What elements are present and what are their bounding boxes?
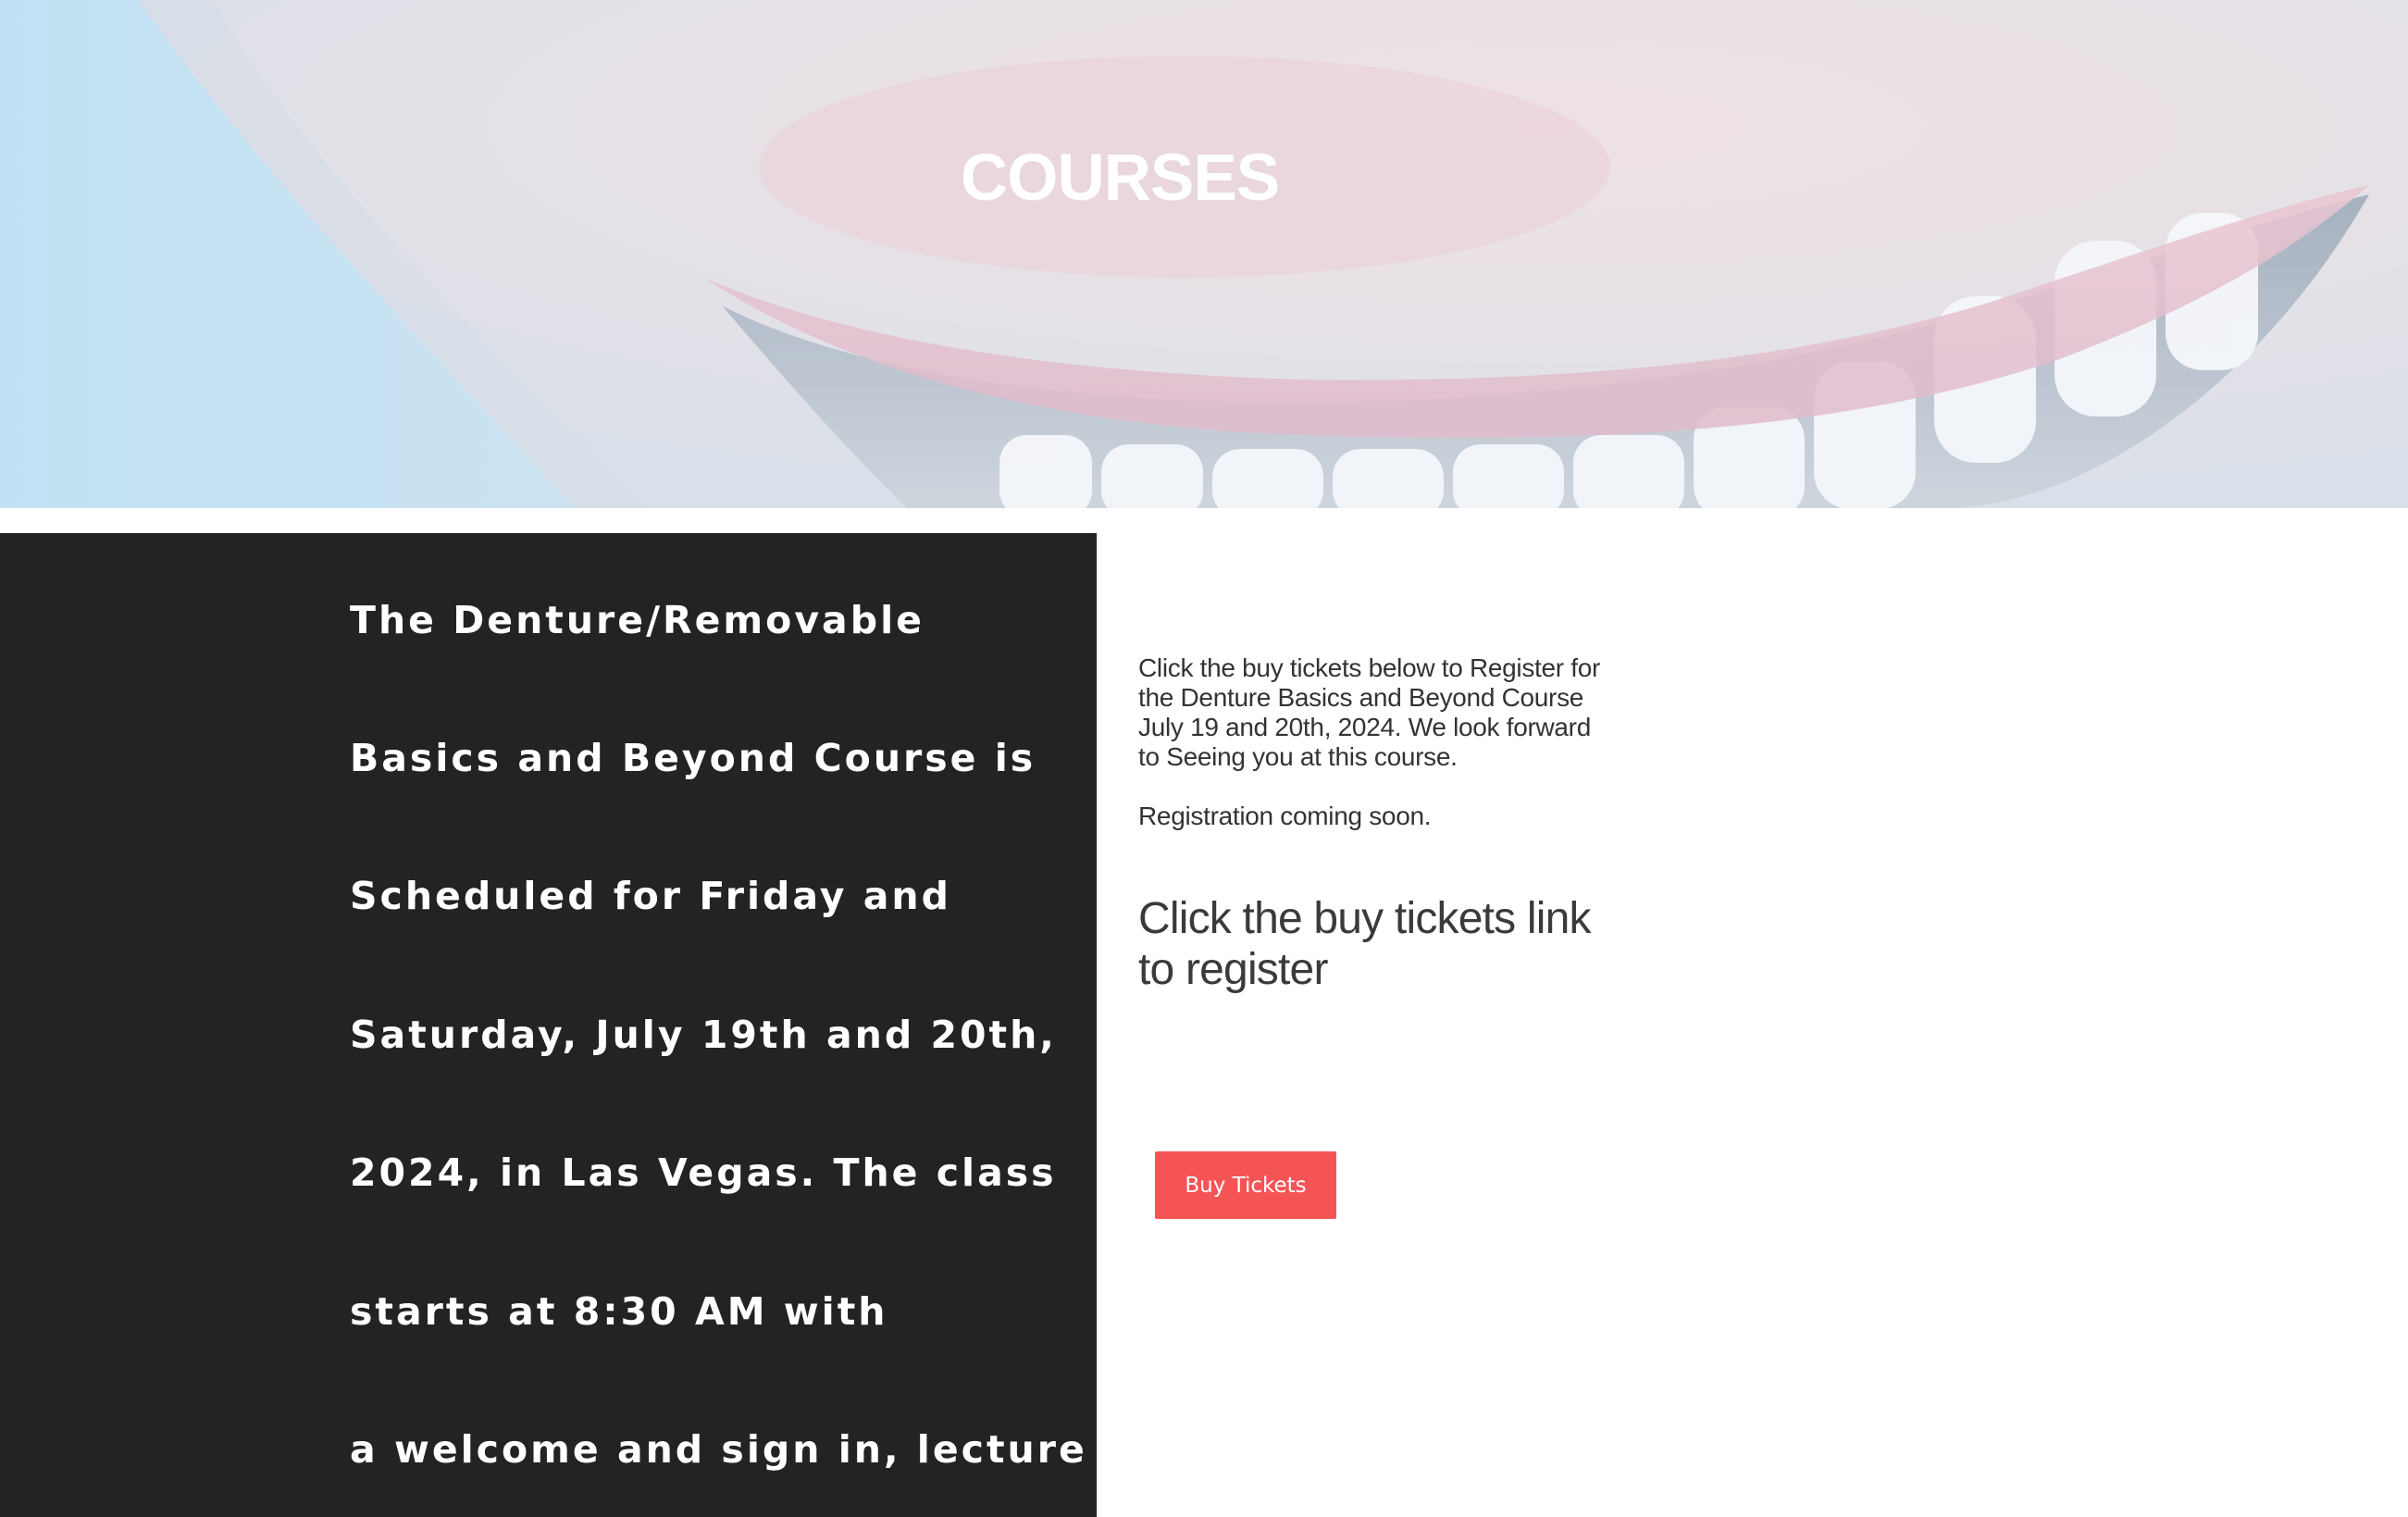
register-heading: Click the buy tickets link to register bbox=[1138, 893, 1694, 995]
registration-intro-line: Click the buy tickets below to Register … bbox=[1138, 653, 1601, 682]
hero-smile-image bbox=[0, 0, 2408, 508]
buy-tickets-button[interactable]: Buy Tickets bbox=[1155, 1151, 1336, 1219]
hero-banner: COURSES bbox=[0, 0, 2408, 508]
register-heading-line: to register bbox=[1138, 945, 1328, 994]
course-description-panel: The Denture/Removable Basics and Beyond … bbox=[0, 533, 1097, 1517]
registration-intro-line: the Denture Basics and Beyond Course bbox=[1138, 683, 1584, 712]
course-description-line: The Denture/Removable bbox=[350, 598, 925, 642]
course-description-line: Scheduled for Friday and bbox=[350, 874, 951, 918]
page: COURSES The Denture/Removable Basics and… bbox=[0, 0, 2408, 1517]
course-description-line: starts at 8:30 AM with bbox=[350, 1289, 888, 1334]
registration-status: Registration coming soon. bbox=[1138, 802, 1432, 830]
course-description-line: 2024, in Las Vegas. The class bbox=[350, 1150, 1057, 1195]
registration-intro-line: to Seeing you at this course. bbox=[1138, 742, 1458, 771]
course-description-line: a welcome and sign in, lecture bbox=[350, 1427, 1087, 1472]
course-description-line: Basics and Beyond Course is bbox=[350, 736, 1036, 780]
course-description-line: Saturday, July 19th and 20th, bbox=[350, 1013, 1057, 1057]
registration-info: Click the buy tickets below to Register … bbox=[1138, 653, 1657, 831]
register-heading-line: Click the buy tickets link bbox=[1138, 894, 1592, 943]
registration-intro-line: July 19 and 20th, 2024. We look forward bbox=[1138, 713, 1591, 741]
page-title: COURSES bbox=[961, 142, 1280, 215]
